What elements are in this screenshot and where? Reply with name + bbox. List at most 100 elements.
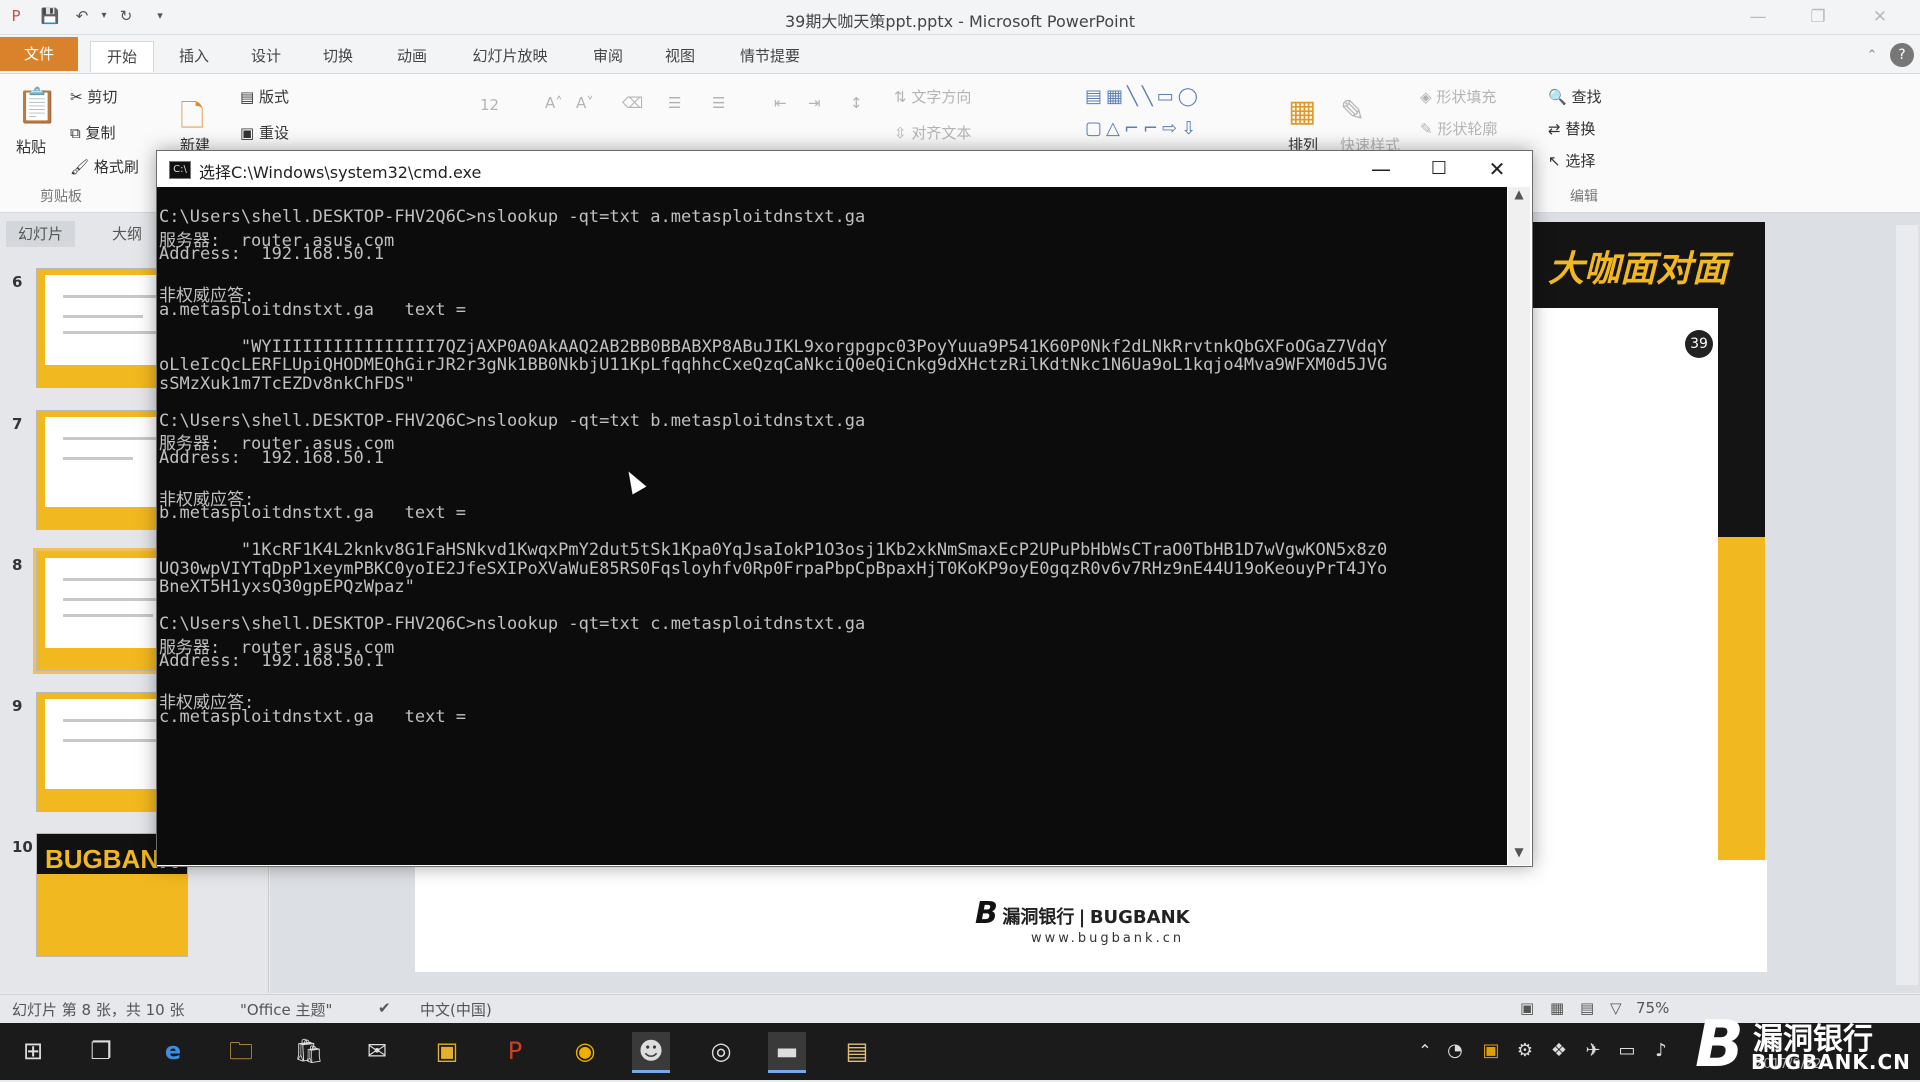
bullets-icon[interactable]: ☰ — [668, 94, 681, 112]
logo-separator: | — [1078, 907, 1086, 928]
tab-transitions[interactable]: 切换 — [314, 41, 362, 71]
zoom-level[interactable]: 75% — [1636, 999, 1669, 1017]
scroll-down-icon[interactable]: ▼ — [1508, 845, 1530, 865]
shape-fill-button[interactable]: ◈ 形状填充 — [1420, 86, 1496, 107]
paste-icon[interactable]: 📋 — [16, 86, 58, 126]
store-icon[interactable]: 🛍 — [290, 1032, 328, 1070]
obs-icon[interactable]: ◎ — [702, 1032, 740, 1070]
align-text-button[interactable]: ⇳ 对齐文本 — [894, 122, 971, 143]
console-line: Address: 192.168.50.1 — [159, 651, 385, 671]
font-size-select[interactable]: 12 — [480, 96, 499, 114]
layout-button[interactable]: ▤ 版式 — [240, 86, 289, 107]
tray-icon-1[interactable]: ◔ — [1436, 1032, 1474, 1070]
slideshow-view-icon[interactable]: ▽ — [1610, 999, 1622, 1017]
cmd-scrollbar[interactable]: ▲ ▼ — [1508, 187, 1530, 865]
app-icon-1[interactable]: ▣ — [428, 1032, 466, 1070]
format-painter-button[interactable]: 🖌 格式刷 — [70, 156, 139, 177]
language-status[interactable]: 中文(中国) — [420, 999, 492, 1020]
tab-design[interactable]: 设计 — [242, 41, 290, 71]
paste-button[interactable]: 粘贴 — [16, 136, 46, 157]
tray-icon-2[interactable]: ▣ — [1472, 1032, 1510, 1070]
ribbon-tabs: 文件 开始 插入 设计 切换 动画 幻灯片放映 审阅 视图 情节提要 ⌃ ? — [0, 35, 1920, 74]
close-icon[interactable]: ✕ — [1862, 4, 1898, 30]
tab-home[interactable]: 开始 — [90, 41, 154, 72]
recorder-app-icon[interactable]: ☻ — [632, 1032, 670, 1073]
collapse-ribbon-icon[interactable]: ⌃ — [1862, 41, 1882, 71]
increase-indent-icon[interactable]: ⇥ — [808, 94, 821, 112]
notepad-icon[interactable]: ▤ — [838, 1032, 876, 1070]
tab-file[interactable]: 文件 — [0, 37, 78, 71]
layout-icon: ▤ — [240, 88, 259, 106]
task-view-icon[interactable]: ❐ — [82, 1032, 120, 1070]
file-explorer-icon[interactable]: 🗀 — [222, 1032, 260, 1070]
watermark-logo-icon: B — [1695, 1008, 1744, 1082]
edge-browser-icon[interactable]: e — [154, 1032, 192, 1070]
clear-format-icon[interactable]: ⌫ — [622, 94, 643, 112]
cmd-title-bar[interactable]: C:\ 选择C:\Windows\system32\cmd.exe — ☐ ✕ — [157, 151, 1532, 187]
tab-view[interactable]: 视图 — [656, 41, 704, 71]
volume-icon[interactable]: ♪ — [1642, 1032, 1680, 1070]
network-icon[interactable]: ▭ — [1608, 1032, 1646, 1070]
watermark-en: BUGBANK.CN — [1751, 1050, 1911, 1074]
tray-icon-4[interactable]: ❖ — [1540, 1032, 1578, 1070]
find-button[interactable]: 🔍 查找 — [1548, 86, 1601, 107]
thumbnail-number: 10 — [12, 838, 33, 856]
tab-animations[interactable]: 动画 — [388, 41, 436, 71]
logo-url: www.bugbank.cn — [1031, 931, 1185, 946]
console-line: oLleIcQcLERFLUpiQHODMEQhGirJR2r3gNk1BB0N… — [159, 355, 1388, 375]
outline-icon: ✎ — [1420, 120, 1438, 138]
copy-button[interactable]: ⧉ 复制 — [70, 122, 116, 143]
cmd-window[interactable]: C:\ 选择C:\Windows\system32\cmd.exe — ☐ ✕ … — [156, 150, 1533, 867]
chrome-icon[interactable]: ◉ — [566, 1032, 604, 1070]
editing-group-label: 编辑 — [1570, 189, 1598, 205]
window-title: 39期大咖天策ppt.pptx - Microsoft PowerPoint — [784, 12, 1136, 31]
cmd-minimize-icon[interactable]: — — [1353, 151, 1409, 187]
select-button[interactable]: ↖ 选择 — [1548, 150, 1595, 171]
replace-button[interactable]: ⇄ 替换 — [1548, 118, 1595, 139]
font-grow-icon[interactable]: A˄ — [545, 94, 563, 112]
reset-button[interactable]: ▣ 重设 — [240, 122, 289, 143]
cut-button[interactable]: ✂ 剪切 — [70, 86, 117, 107]
tray-icon-3[interactable]: ⚙ — [1506, 1032, 1544, 1070]
cmd-close-icon[interactable]: ✕ — [1469, 151, 1525, 187]
quick-styles-icon[interactable]: ✎ — [1340, 94, 1365, 129]
line-spacing-icon[interactable]: ↕ — [850, 94, 863, 112]
thumbnail-number: 8 — [12, 556, 23, 574]
normal-view-icon[interactable]: ▣ — [1520, 999, 1534, 1017]
text-direction-button[interactable]: ⇅ 文字方向 — [894, 86, 971, 107]
shape-outline-button[interactable]: ✎ 形状轮廓 — [1420, 118, 1497, 139]
slide-count-status: 幻灯片 第 8 张，共 10 张 — [12, 1001, 185, 1019]
minimize-icon[interactable]: — — [1740, 4, 1776, 30]
console-line: "WYIIIIIIIIIIIIIIII7QZjAXP0A0AkAAQ2AB2BB… — [159, 336, 1388, 357]
powerpoint-taskbar-icon[interactable]: P — [496, 1032, 534, 1070]
arrange-icon[interactable]: ▦ — [1288, 94, 1316, 129]
sorter-view-icon[interactable]: ▦ — [1550, 999, 1564, 1017]
scroll-up-icon[interactable]: ▲ — [1508, 187, 1530, 207]
tab-review[interactable]: 审阅 — [584, 41, 632, 71]
console-line: Address: 192.168.50.1 — [159, 447, 385, 468]
start-windows-icon[interactable]: ⊞ — [14, 1032, 52, 1070]
decrease-indent-icon[interactable]: ⇤ — [774, 94, 787, 112]
tab-slides[interactable]: 幻灯片 — [6, 221, 76, 247]
help-icon[interactable]: ? — [1890, 43, 1914, 67]
tray-icon-5[interactable]: ✈ — [1574, 1032, 1612, 1070]
numbering-icon[interactable]: ☰ — [712, 94, 725, 112]
font-shrink-icon[interactable]: A˅ — [576, 94, 594, 112]
restore-icon[interactable]: ❐ — [1800, 4, 1836, 30]
slide-content-panel — [1532, 308, 1718, 876]
tab-slideshow[interactable]: 幻灯片放映 — [462, 41, 558, 71]
slide-vertical-scrollbar[interactable] — [1896, 225, 1918, 985]
reading-view-icon[interactable]: ▤ — [1580, 999, 1594, 1017]
tab-insert[interactable]: 插入 — [170, 41, 218, 71]
shapes-gallery-row1[interactable]: ▤▦╲╲▭◯ — [1085, 86, 1202, 107]
console-line: a.metasploitdnstxt.ga text = — [159, 299, 467, 320]
cmd-taskbar-icon[interactable]: ▬ — [768, 1032, 806, 1073]
tab-outline[interactable]: 大纲 — [100, 221, 154, 247]
shapes-gallery-row2[interactable]: ▢△⌐⌐⇨⇩ — [1085, 118, 1200, 139]
spellcheck-icon[interactable]: ✔ — [378, 999, 391, 1017]
tab-storyboarding[interactable]: 情节提要 — [730, 41, 810, 71]
slide-title: 大咖面对面 — [1548, 249, 1729, 290]
console-output[interactable]: C:\Users\shell.DESKTOP-FHV2Q6C>nslookup … — [157, 187, 1507, 865]
mail-icon[interactable]: ✉ — [358, 1032, 396, 1070]
cmd-maximize-icon[interactable]: ☐ — [1411, 151, 1467, 187]
